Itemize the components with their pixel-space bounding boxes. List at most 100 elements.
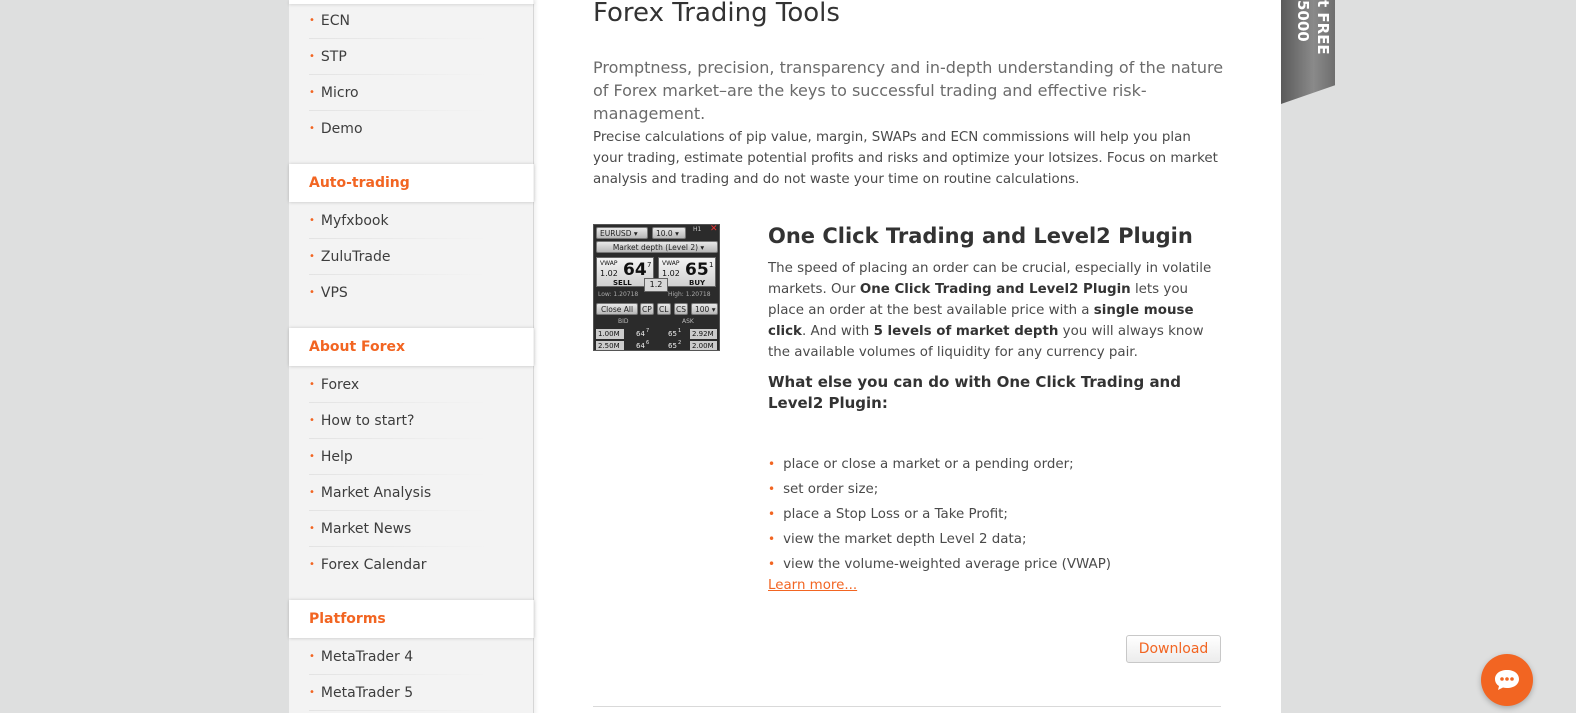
list-item: • view the volume-weighted average price … bbox=[768, 552, 1111, 577]
sidebar-item-label: Micro bbox=[320, 85, 359, 101]
bullet-icon: • bbox=[309, 523, 315, 534]
sidebar-item-metatrader-5[interactable]: • MetaTrader 5 bbox=[289, 675, 534, 711]
section-divider bbox=[593, 706, 1221, 707]
promo-ribbon-text: t FREE 5000 bbox=[1294, 0, 1332, 55]
sidebar-item-vps[interactable]: • VPS bbox=[289, 275, 534, 311]
bullet-icon: • bbox=[309, 415, 315, 426]
ask-volume: 2.92M bbox=[690, 329, 717, 339]
bullet-icon: • bbox=[309, 15, 315, 26]
sidebar-section-about-forex[interactable]: About Forex bbox=[289, 328, 534, 366]
download-button[interactable]: Download bbox=[1126, 635, 1221, 663]
lot-select: 10.0 ▾ bbox=[652, 227, 686, 239]
close-all-button: Close All bbox=[596, 303, 638, 315]
sidebar-section-platforms[interactable]: Platforms bbox=[289, 600, 534, 638]
bullet-icon: • bbox=[768, 457, 776, 471]
buy-price-pips: 65 bbox=[685, 260, 709, 280]
sidebar-item-how-to-start[interactable]: • How to start? bbox=[289, 403, 534, 439]
sidebar-item-myfxbook[interactable]: • Myfxbook bbox=[289, 203, 534, 239]
page-title: Forex Trading Tools bbox=[593, 0, 840, 28]
desc-bold-market-depth: 5 levels of market depth bbox=[873, 324, 1059, 339]
sidebar-item-demo[interactable]: • Demo bbox=[289, 111, 534, 147]
low-price-label: Low: 1.20718 bbox=[598, 291, 639, 298]
sidebar-item-label: Demo bbox=[320, 121, 363, 137]
ask-price: 65 bbox=[668, 330, 677, 338]
sidebar-item-micro[interactable]: • Micro bbox=[289, 75, 534, 111]
plugin-description: The speed of placing an order can be cru… bbox=[768, 258, 1223, 363]
list-item: • set order size; bbox=[768, 477, 1111, 502]
sidebar-item-forex-calendar[interactable]: • Forex Calendar bbox=[289, 547, 534, 583]
bullet-icon: • bbox=[309, 51, 315, 62]
sidebar-item-label: Forex Calendar bbox=[320, 557, 427, 573]
chat-button[interactable] bbox=[1481, 654, 1533, 706]
list-item: • view the market depth Level 2 data; bbox=[768, 527, 1111, 552]
bid-price-fraction: 6 bbox=[646, 340, 650, 346]
feature-text: place a Stop Loss or a Take Profit; bbox=[783, 507, 1008, 522]
chat-bubble-icon bbox=[1495, 670, 1519, 690]
sidebar-item-zulutrade[interactable]: • ZuluTrade bbox=[289, 239, 534, 275]
cs-button: CS bbox=[674, 303, 688, 315]
bullet-icon: • bbox=[309, 215, 315, 226]
cp-button: CP bbox=[640, 303, 654, 315]
plugin-screenshot-thumbnail[interactable]: EURUSD ▾ 10.0 ▾ H1 ✕ Market depth (Level… bbox=[593, 224, 720, 351]
sidebar-item-label: Help bbox=[320, 449, 353, 465]
bullet-icon: • bbox=[309, 651, 315, 662]
sidebar-item-forex[interactable]: • Forex bbox=[289, 367, 534, 403]
bullet-icon: • bbox=[309, 451, 315, 462]
sidebar-item-label: Market Analysis bbox=[320, 485, 432, 501]
symbol-select: EURUSD ▾ bbox=[596, 227, 648, 239]
bullet-icon: • bbox=[309, 687, 315, 698]
sidebar-item-help[interactable]: • Help bbox=[289, 439, 534, 475]
sell-price-prefix: 1.02 bbox=[600, 269, 618, 278]
ask-price-fraction: 1 bbox=[678, 328, 682, 334]
features-list: • place or close a market or a pending or… bbox=[768, 452, 1111, 577]
sidebar-item-market-analysis[interactable]: • Market Analysis bbox=[289, 475, 534, 511]
bullet-icon: • bbox=[309, 123, 315, 134]
spread-value: 1.2 bbox=[649, 280, 663, 289]
bullet-icon: • bbox=[309, 379, 315, 390]
feature-text: place or close a market or a pending ord… bbox=[783, 457, 1074, 472]
page-container: • ECN • STP • Micro • Demo Auto-trading • Myf… bbox=[289, 0, 1281, 713]
sidebar-item-stp[interactable]: • STP bbox=[289, 39, 534, 75]
sidebar-item-label: Forex bbox=[320, 377, 360, 393]
sidebar-item-label: MetaTrader 4 bbox=[320, 649, 414, 665]
learn-more-link[interactable]: Learn more... bbox=[768, 578, 857, 593]
timeframe-label: H1 bbox=[693, 226, 702, 233]
sidebar-item-metatrader-4[interactable]: • MetaTrader 4 bbox=[289, 639, 534, 675]
ask-price-fraction: 2 bbox=[678, 340, 682, 346]
buy-price-fraction: 1 bbox=[709, 261, 714, 269]
bullet-icon: • bbox=[309, 87, 315, 98]
sidebar-item-label: Market News bbox=[320, 521, 412, 537]
sidebar-item-ecn[interactable]: • ECN bbox=[289, 3, 534, 39]
intro-paragraph: Precise calculations of pip value, margi… bbox=[593, 130, 1218, 187]
spread-box: 1.2 bbox=[644, 278, 668, 292]
close-icon: ✕ bbox=[710, 224, 718, 234]
bullet-icon: • bbox=[309, 251, 315, 262]
cl-button: CL bbox=[657, 303, 671, 315]
list-item: • place a Stop Loss or a Take Profit; bbox=[768, 502, 1111, 527]
bullet-icon: • bbox=[768, 482, 776, 496]
sidebar-item-label: ECN bbox=[320, 13, 350, 29]
depth-select: Market depth (Level 2) ▾ bbox=[596, 241, 718, 253]
high-price-label: High: 1.20718 bbox=[668, 291, 711, 298]
sidebar-item-label: Myfxbook bbox=[320, 213, 389, 229]
lead-paragraph: Promptness, precision, transparency and … bbox=[593, 58, 1224, 123]
features-heading: What else you can do with One Click Trad… bbox=[768, 373, 1181, 412]
feature-text: view the volume-weighted average price (… bbox=[783, 557, 1111, 572]
depth-row: 1.00M 64 7 65 1 2.92M bbox=[596, 328, 717, 340]
ask-volume: 2.00M bbox=[690, 341, 717, 350]
bullet-icon: • bbox=[768, 507, 776, 521]
qty-select: 100 ▾ bbox=[691, 303, 718, 315]
sell-label: SELL bbox=[613, 279, 632, 287]
sidebar-item-market-news[interactable]: • Market News bbox=[289, 511, 534, 547]
desc-bold-plugin-name: One Click Trading and Level2 Plugin bbox=[859, 282, 1131, 297]
sidebar-item-label: MetaTrader 5 bbox=[320, 685, 414, 701]
bid-volume: 2.50M bbox=[596, 341, 624, 350]
sidebar-item-label: How to start? bbox=[320, 413, 415, 429]
sell-price-pips: 64 bbox=[623, 260, 647, 280]
sell-vwap-tag: VWAP bbox=[600, 260, 618, 267]
bid-price: 64 bbox=[636, 330, 645, 338]
list-item: • place or close a market or a pending or… bbox=[768, 452, 1111, 477]
qty-value: 100 bbox=[695, 305, 710, 314]
sidebar-section-auto-trading[interactable]: Auto-trading bbox=[289, 164, 534, 202]
buy-price-prefix: 1.02 bbox=[662, 269, 680, 278]
